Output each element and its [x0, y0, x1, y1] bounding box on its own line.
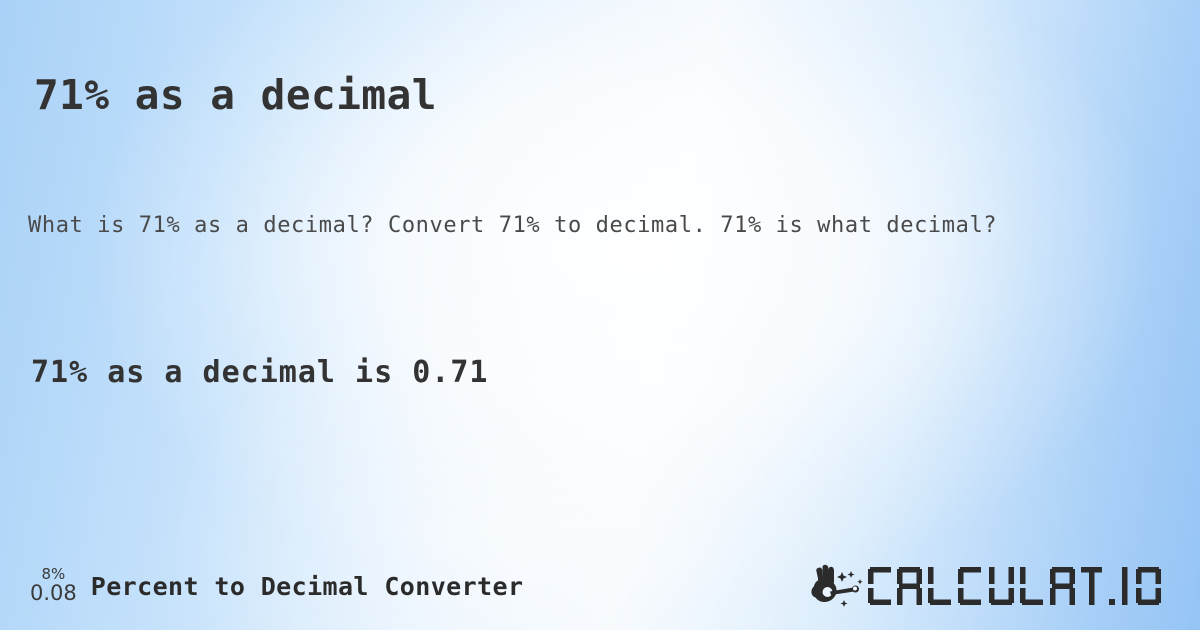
- card-content: 71% as a decimal What is 71% as a decima…: [0, 0, 1200, 630]
- card-footer: 8% 0.08 Percent to Decimal Converter: [0, 534, 1200, 630]
- social-preview-card: 71% as a decimal What is 71% as a decima…: [0, 0, 1200, 630]
- icon-numerator-label: 8%: [41, 565, 66, 583]
- calculatio-logo[interactable]: [810, 564, 1188, 608]
- tool-name-label: Percent to Decimal Converter: [90, 572, 524, 601]
- icon-denominator-label: 0.08: [30, 581, 77, 605]
- logo-wordmark: [868, 565, 1188, 607]
- tool-brand: 8% 0.08 Percent to Decimal Converter: [30, 567, 523, 606]
- page-description: What is 71% as a decimal? Convert 71% to…: [28, 213, 998, 238]
- percent-to-decimal-icon: 8% 0.08: [30, 567, 77, 606]
- logo-text-calculatio: [868, 567, 1161, 605]
- answer-statement: 71% as a decimal is 0.71: [31, 355, 489, 390]
- page-title: 71% as a decimal: [34, 71, 437, 120]
- hand-magic-wand-icon: [811, 564, 863, 607]
